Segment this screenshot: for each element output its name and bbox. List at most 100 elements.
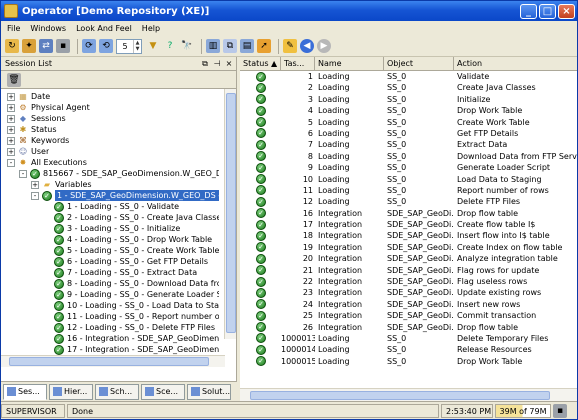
tree-node[interactable]: ✓ 5 - Loading - SS_0 - Create Work Table xyxy=(43,245,219,256)
tree-node[interactable]: + ▰ Variables xyxy=(31,179,92,190)
close-button[interactable]: × xyxy=(558,3,575,19)
tree-node[interactable]: ✓16 - Integration - SDE_SAP_GeoDimension… xyxy=(43,333,219,344)
table-row[interactable]: ✓ 6 Loading SS_0 Get FTP Details xyxy=(240,128,577,139)
table-row[interactable]: ✓ 25 Integration SDE_SAP_GeoDi... Commit tra… xyxy=(240,310,577,321)
table-row[interactable]: ✓ 18 Integration SDE_SAP_GeoDi... Insert flo… xyxy=(240,230,577,241)
tab-solutions[interactable]: Solut... xyxy=(187,383,231,400)
properties-icon[interactable]: ▤ xyxy=(240,39,254,53)
tree-node[interactable]: ✓8 - Loading - SS_0 - Download Data from… xyxy=(43,278,219,289)
tab-hierarchy[interactable]: Hier... xyxy=(49,383,93,400)
expand-icon[interactable]: + xyxy=(7,136,15,145)
trash-icon[interactable]: 🗑 xyxy=(7,72,21,87)
expand-icon[interactable]: + xyxy=(31,180,39,189)
tree-node[interactable]: - ✓ 815667 - SDE_SAP_GeoDimension.W_GEO_DS… xyxy=(19,168,219,179)
minimize-button[interactable]: _ xyxy=(520,3,537,19)
spinner-arrows-icon[interactable]: ▲ ▼ xyxy=(133,39,141,53)
table-row[interactable]: ✓ 26 Integration SDE_SAP_GeoDi... Drop flow … xyxy=(240,322,577,333)
tree-node[interactable]: ✓ 2 - Loading - SS_0 - Create Java Classe… xyxy=(43,212,219,223)
table-row[interactable]: ✓ 21 Integration SDE_SAP_GeoDi... Flag rows … xyxy=(240,265,577,276)
tree-node[interactable]: ✓9 - Loading - SS_0 - Generate Loader Sc… xyxy=(43,289,219,300)
table-row[interactable]: ✓ 10 Loading SS_0 Load Data to Staging xyxy=(240,174,577,185)
refresh-interval-stepper[interactable]: 5 ▲ ▼ xyxy=(116,38,142,54)
tree-node[interactable]: ✓ 7 - Loading - SS_0 - Extract Data xyxy=(43,267,197,278)
tree-node[interactable]: + ◆ Sessions xyxy=(7,113,66,124)
tree-node[interactable]: + ⌘ Keywords xyxy=(7,135,69,146)
panel-close-icon[interactable]: × xyxy=(224,59,234,68)
tree-node[interactable]: -✓1 - SDE_SAP_GeoDimension.W_GEO_DS - Ma… xyxy=(31,190,219,201)
column-name[interactable]: Name xyxy=(315,56,384,71)
tab-scenarios[interactable]: Sce... xyxy=(141,383,185,400)
expand-icon[interactable]: + xyxy=(7,114,15,123)
expand-icon[interactable]: + xyxy=(7,92,15,101)
tree-node[interactable]: ✓ 1 - Loading - SS_0 - Validate xyxy=(43,201,179,212)
tab-sessions[interactable]: Ses... xyxy=(3,383,47,400)
tree-node[interactable]: + ▦ Date xyxy=(7,91,50,102)
table-horizontal-scrollbar[interactable] xyxy=(240,388,577,401)
title-bar[interactable]: Operator [Demo Repository (XE)] _ □ × xyxy=(1,1,577,21)
collapse-icon[interactable]: - xyxy=(31,191,39,200)
tree-node[interactable]: ✓10 - Loading - SS_0 - Load Data to Stag… xyxy=(43,300,219,311)
menu-windows[interactable]: Windows xyxy=(30,24,66,33)
tree-node[interactable]: ✓ 3 - Loading - SS_0 - Initialize xyxy=(43,223,180,234)
table-row[interactable]: ✓ 24 Integration SDE_SAP_GeoDi... Insert new… xyxy=(240,299,577,310)
tree-vertical-scrollbar[interactable] xyxy=(224,89,236,339)
forward-icon[interactable]: ▶ xyxy=(317,39,331,53)
export-icon[interactable]: ➚ xyxy=(257,39,271,53)
scroll-thumb[interactable] xyxy=(9,357,209,366)
refresh-icon[interactable]: ↻ xyxy=(5,39,19,53)
filter-icon[interactable]: ▼ xyxy=(146,39,160,53)
column-action[interactable]: Action xyxy=(454,57,577,71)
tree-node[interactable]: ✓ 6 - Loading - SS_0 - Get FTP Details xyxy=(43,256,208,267)
tree-node[interactable]: + ☺ User xyxy=(7,146,49,157)
back-icon[interactable]: ◀ xyxy=(300,39,314,53)
column-status[interactable]: Status ▲ xyxy=(240,56,281,71)
expand-icon[interactable]: + xyxy=(7,125,15,134)
help-icon[interactable]: ? xyxy=(163,39,177,53)
auto-refresh-icon[interactable]: ⟳ xyxy=(82,39,96,53)
table-row[interactable]: ✓ 9 Loading SS_0 Generate Loader Script xyxy=(240,162,577,173)
connect-icon[interactable]: ⇄ xyxy=(39,39,53,53)
collapse-icon[interactable]: - xyxy=(7,158,15,167)
garbage-collect-icon[interactable]: ▪ xyxy=(553,403,567,418)
table-row[interactable]: ✓ 1 Loading SS_0 Validate xyxy=(240,71,577,82)
maximize-button[interactable]: □ xyxy=(539,3,556,19)
copy-icon[interactable]: ⧉ xyxy=(223,39,237,53)
purge-log-icon[interactable]: ✦ xyxy=(22,39,36,53)
scroll-thumb[interactable] xyxy=(226,93,236,333)
table-row[interactable]: ✓ 7 Loading SS_0 Extract Data xyxy=(240,139,577,150)
table-row[interactable]: ✓ 12 Loading SS_0 Delete FTP Files xyxy=(240,196,577,207)
memory-indicator[interactable]: 39M of 79M xyxy=(495,403,551,418)
tree-node[interactable]: ✓11 - Loading - SS_0 - Report number of … xyxy=(43,311,219,322)
menu-file[interactable]: File xyxy=(7,24,20,33)
panel-pin-icon[interactable]: ⊣ xyxy=(212,59,222,68)
tree-node[interactable]: ✓ 12 - Loading - SS_0 - Delete FTP Files xyxy=(43,322,215,333)
edit-icon[interactable]: ✎ xyxy=(283,39,297,53)
table-row[interactable]: ✓ 19 Integration SDE_SAP_GeoDi... Create Ind… xyxy=(240,242,577,253)
tree-node[interactable]: - ✸ All Executions xyxy=(7,157,87,168)
table-row[interactable]: ✓ 17 Integration SDE_SAP_GeoDi... Create flo… xyxy=(240,219,577,230)
tab-scheduling[interactable]: Sch... xyxy=(95,383,139,400)
table-row[interactable]: ✓ 16 Integration SDE_SAP_GeoDi... Drop flow … xyxy=(240,208,577,219)
collapse-icon[interactable]: - xyxy=(19,169,27,178)
table-row[interactable]: ✓ 8 Loading SS_0 Download Data from FTP Serv… xyxy=(240,151,577,162)
table-row[interactable]: ✓ 11 Loading SS_0 Report number of rows xyxy=(240,185,577,196)
column-task[interactable]: Tas... xyxy=(281,56,315,71)
tree-node[interactable]: + ⚙ Physical Agent xyxy=(7,102,90,113)
scroll-thumb[interactable] xyxy=(250,391,550,400)
sync-icon[interactable]: ⟲ xyxy=(99,39,113,53)
table-row[interactable]: ✓ 4 Loading SS_0 Drop Work Table xyxy=(240,105,577,116)
column-object[interactable]: Object xyxy=(384,56,454,71)
menu-help[interactable]: Help xyxy=(142,24,160,33)
tree-horizontal-scrollbar[interactable] xyxy=(1,355,225,367)
delete-icon[interactable]: ▥ xyxy=(206,39,220,53)
expand-icon[interactable]: + xyxy=(7,147,15,156)
binoculars-icon[interactable]: 🔭 xyxy=(180,39,194,53)
table-row[interactable]: ✓ 1000014 Loading SS_0 Release Resources xyxy=(240,344,577,355)
tree-node[interactable]: ✓17 - Integration - SDE_SAP_GeoDimension… xyxy=(43,344,219,355)
expand-icon[interactable]: + xyxy=(7,103,15,112)
tree-node[interactable]: ✓ 4 - Loading - SS_0 - Drop Work Table xyxy=(43,234,212,245)
table-row[interactable]: ✓ 1000015 Loading SS_0 Drop Work Table xyxy=(240,356,577,367)
table-row[interactable]: ✓ 20 Integration SDE_SAP_GeoDi... Analyze in… xyxy=(240,253,577,264)
disconnect-icon[interactable]: ▪ xyxy=(56,39,70,53)
table-row[interactable]: ✓ 2 Loading SS_0 Create Java Classes xyxy=(240,82,577,93)
